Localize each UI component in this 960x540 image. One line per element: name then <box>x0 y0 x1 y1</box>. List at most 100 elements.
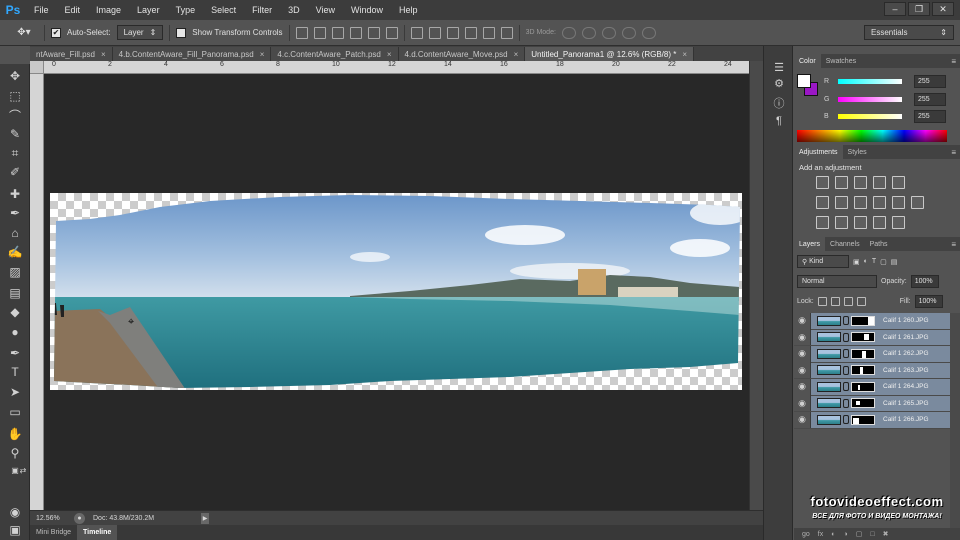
selective-color-icon[interactable] <box>892 216 905 229</box>
screen-mode-icon[interactable]: ▣ <box>7 522 23 538</box>
align-vcenter-icon[interactable] <box>313 26 326 39</box>
minimize-button[interactable]: – <box>884 2 906 16</box>
3d-drag-icon[interactable] <box>601 26 616 39</box>
close-icon[interactable]: × <box>101 50 106 59</box>
gradient-map-icon[interactable] <box>873 216 886 229</box>
chain-link-icon[interactable] <box>843 332 849 342</box>
type-tool-icon[interactable]: T <box>7 364 23 380</box>
layer-row[interactable]: ◉ Calif 1 265.JPG <box>794 395 950 412</box>
layer-row[interactable]: ◉ Calif 1 262.JPG <box>794 345 950 363</box>
channel-value[interactable]: 255 <box>914 109 946 123</box>
tab-swatches[interactable]: Swatches <box>821 54 861 68</box>
blue-slider[interactable]: B 255 <box>824 109 954 123</box>
adjustment-filter-icon[interactable]: ◐ <box>864 258 868 265</box>
delete-layer-icon[interactable]: ✖ <box>883 530 889 538</box>
vibrance-icon[interactable] <box>892 176 905 189</box>
blend-mode-dropdown[interactable]: Normal <box>797 275 877 288</box>
ruler-origin[interactable] <box>30 61 44 74</box>
menu-edit[interactable]: Edit <box>57 0 89 20</box>
document-tab-active[interactable]: Untitled_Panorama1 @ 12.6% (RGB/8) * × <box>525 47 694 61</box>
slider-track[interactable] <box>838 78 902 84</box>
fx-icon[interactable]: fx <box>818 531 823 538</box>
info-icon[interactable]: ● <box>74 512 85 524</box>
photo-filter-icon[interactable] <box>873 196 886 209</box>
gradient-tool-icon[interactable]: ▤ <box>7 285 23 301</box>
invert-icon[interactable] <box>816 216 829 229</box>
layer-mask-thumbnail[interactable] <box>851 365 875 376</box>
history-panel-icon[interactable]: ☰ <box>771 60 787 74</box>
distribute-right-icon[interactable] <box>500 26 513 39</box>
swap-colors-icon[interactable]: ⇄ <box>15 462 31 478</box>
layer-row[interactable]: ◉ Calif 1 266.JPG <box>794 411 950 429</box>
new-adjustment-icon[interactable]: ◑ <box>843 531 847 538</box>
eyedropper-tool-icon[interactable]: ✐ <box>7 164 23 180</box>
history-brush-tool-icon[interactable]: ✍ <box>7 244 23 260</box>
chain-link-icon[interactable] <box>843 398 849 408</box>
info-panel-icon[interactable]: ⓘ <box>771 96 787 110</box>
red-slider[interactable]: R 255 <box>824 74 954 88</box>
distribute-bottom-icon[interactable] <box>446 26 459 39</box>
hand-tool-icon[interactable]: ✋ <box>7 426 23 442</box>
3d-slide-icon[interactable] <box>621 26 636 39</box>
chain-link-icon[interactable] <box>843 365 849 375</box>
menu-3d[interactable]: 3D <box>280 0 308 20</box>
chain-link-icon[interactable] <box>843 382 849 392</box>
layer-name[interactable]: Calif 1 266.JPG <box>883 416 929 423</box>
color-lookup-icon[interactable] <box>911 196 924 209</box>
layer-mask-thumbnail[interactable] <box>851 315 875 326</box>
slider-track[interactable] <box>838 96 902 102</box>
brush-tool-icon[interactable]: ✒ <box>7 205 23 221</box>
menu-view[interactable]: View <box>308 0 343 20</box>
document-tab[interactable]: ntAware_Fill.psd × <box>30 47 113 61</box>
tab-timeline[interactable]: Timeline <box>77 525 118 540</box>
color-foreground-swatch[interactable] <box>797 74 811 88</box>
tab-mini-bridge[interactable]: Mini Bridge <box>30 525 77 540</box>
document-tab[interactable]: 4.d.ContentAware_Move.psd × <box>398 47 526 61</box>
layer-name[interactable]: Calif 1 260.JPG <box>883 317 929 324</box>
healing-brush-tool-icon[interactable]: ✚ <box>7 186 23 202</box>
auto-select-target-dropdown[interactable]: Layer ⇕ <box>116 25 164 40</box>
pen-tool-icon[interactable]: ✒ <box>7 345 23 361</box>
layer-mask-thumbnail[interactable] <box>851 414 875 425</box>
eraser-tool-icon[interactable]: ▨ <box>7 264 23 280</box>
curves-icon[interactable] <box>854 176 867 189</box>
character-panel-icon[interactable]: ¶ <box>771 114 787 128</box>
chain-link-icon[interactable] <box>843 415 849 425</box>
panel-menu-icon[interactable]: ≡ <box>951 57 956 66</box>
eye-icon[interactable]: ◉ <box>794 329 811 346</box>
zoom-tool-icon[interactable]: ⚲ <box>7 445 23 461</box>
menu-select[interactable]: Select <box>203 0 244 20</box>
menu-image[interactable]: Image <box>88 0 129 20</box>
close-icon[interactable]: × <box>514 50 519 59</box>
distribute-vcenter-icon[interactable] <box>428 26 441 39</box>
layer-mask-thumbnail[interactable] <box>851 348 875 359</box>
align-hcenter-icon[interactable] <box>367 26 380 39</box>
blur-tool-icon[interactable]: ◆ <box>7 304 23 320</box>
path-selection-tool-icon[interactable]: ➤ <box>7 384 23 400</box>
layer-name[interactable]: Calif 1 264.JPG <box>883 383 929 390</box>
zoom-level[interactable]: 12.56% <box>36 515 66 522</box>
color-balance-icon[interactable] <box>835 196 848 209</box>
fill-input[interactable]: 100% <box>914 295 943 308</box>
restore-button[interactable]: ❐ <box>908 2 930 16</box>
green-slider[interactable]: G 255 <box>824 92 954 106</box>
brightness-icon[interactable] <box>816 176 829 189</box>
shape-filter-icon[interactable]: ▢ <box>880 258 887 266</box>
layer-mask-thumbnail[interactable] <box>851 332 875 343</box>
tab-layers[interactable]: Layers <box>794 237 826 251</box>
document-tab[interactable]: 4.b.ContentAware_Fill_Panorama.psd × <box>112 47 272 61</box>
3d-roll-icon[interactable] <box>581 26 596 39</box>
new-group-icon[interactable]: ▢ <box>856 530 863 538</box>
link-layers-icon[interactable]: go <box>802 531 810 538</box>
layer-row[interactable]: ◉ Calif 1 260.JPG <box>794 312 950 330</box>
channel-mixer-icon[interactable] <box>892 196 905 209</box>
canvas-vertical-scrollbar[interactable] <box>749 61 763 510</box>
tab-styles[interactable]: Styles <box>843 145 872 159</box>
3d-scale-icon[interactable] <box>641 26 656 39</box>
eye-icon[interactable]: ◉ <box>794 395 811 412</box>
channel-value[interactable]: 255 <box>914 92 946 106</box>
channel-value[interactable]: 255 <box>914 74 946 88</box>
layer-row[interactable]: ◉ Calif 1 261.JPG <box>794 329 950 346</box>
distribute-top-icon[interactable] <box>410 26 423 39</box>
menu-layer[interactable]: Layer <box>129 0 168 20</box>
